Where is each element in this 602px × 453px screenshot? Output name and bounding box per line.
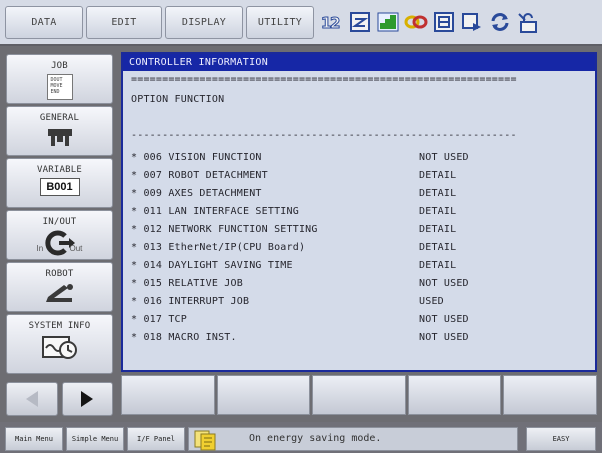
controller-information-window: CONTROLLER INFORMATION =================…: [121, 52, 597, 372]
robot-label: ROBOT: [45, 269, 74, 279]
loop-icon: [488, 8, 512, 36]
svg-text:2: 2: [330, 14, 340, 32]
robot-button[interactable]: ROBOT: [6, 262, 113, 312]
general-label: GENERAL: [39, 113, 80, 123]
option-value[interactable]: DETAIL: [419, 224, 456, 235]
security-icon: [516, 8, 540, 36]
function-key-5[interactable]: [503, 375, 597, 415]
menu-display[interactable]: DISPLAY: [165, 6, 243, 39]
option-name: * 016 INTERRUPT JOB: [131, 296, 250, 307]
function-key-3[interactable]: [312, 375, 406, 415]
option-value[interactable]: DETAIL: [419, 188, 456, 199]
option-value[interactable]: DETAIL: [419, 170, 456, 181]
arrow-left-icon: [25, 391, 38, 407]
option-list: * 006 VISION FUNCTION NOT USED * 007 ROBO…: [131, 152, 591, 350]
main-menu-panel: JOB DOUT MOVE END GENERAL VARIABLE B001 …: [0, 48, 118, 422]
option-row[interactable]: * 016 INTERRUPT JOB USED: [131, 296, 591, 314]
status-icons: 12: [320, 8, 540, 38]
option-value[interactable]: NOT USED: [419, 152, 469, 163]
option-name: * 007 ROBOT DETACHMENT: [131, 170, 268, 181]
edit-mode-icon: [348, 8, 372, 36]
coordinate-icon: [432, 8, 456, 36]
separator-double: ========================================…: [131, 74, 517, 85]
option-name: * 014 DAYLIGHT SAVING TIME: [131, 260, 293, 271]
variable-label: VARIABLE: [37, 165, 82, 175]
job-label: JOB: [51, 61, 68, 71]
option-row[interactable]: * 006 VISION FUNCTION NOT USED: [131, 152, 591, 170]
option-row[interactable]: * 015 RELATIVE JOB NOT USED: [131, 278, 591, 296]
arrow-right-icon: [81, 391, 94, 407]
option-value[interactable]: DETAIL: [419, 206, 456, 217]
option-name: * 012 NETWORK FUNCTION SETTING: [131, 224, 318, 235]
variable-badge: B001: [39, 178, 80, 196]
option-row[interactable]: * 011 LAN INTERFACE SETTING DETAIL: [131, 206, 591, 224]
option-name: * 011 LAN INTERFACE SETTING: [131, 206, 299, 217]
robot-icon: [42, 282, 78, 311]
menu-utility[interactable]: UTILITY: [246, 6, 314, 39]
option-value[interactable]: DETAIL: [419, 260, 456, 271]
easy-button[interactable]: EASY: [526, 427, 596, 451]
job-icon: DOUT MOVE END: [46, 74, 73, 100]
menu-edit[interactable]: EDIT: [86, 6, 162, 39]
system-info-icon: [40, 334, 80, 365]
top-menu-bar: DATA EDIT DISPLAY UTILITY 12: [0, 0, 602, 46]
step-mode-icon: [376, 8, 400, 36]
option-name: * 013 EtherNet/IP(CPU Board): [131, 242, 306, 253]
option-value[interactable]: DETAIL: [419, 242, 456, 253]
function-key-4[interactable]: [407, 375, 502, 415]
status-message: On energy saving mode.: [249, 433, 382, 444]
option-row[interactable]: * 007 ROBOT DETACHMENT DETAIL: [131, 170, 591, 188]
option-name: * 006 VISION FUNCTION: [131, 152, 262, 163]
message-icon: [194, 430, 216, 451]
axis-12-icon: 12: [320, 8, 344, 36]
if-panel-button[interactable]: I/F Panel: [127, 427, 185, 451]
page-forward-button[interactable]: [61, 382, 113, 416]
menu-data[interactable]: DATA: [5, 6, 83, 39]
general-button[interactable]: GENERAL: [6, 106, 113, 156]
variable-button[interactable]: VARIABLE B001: [6, 158, 113, 208]
section-title: OPTION FUNCTION: [131, 94, 225, 105]
option-value[interactable]: NOT USED: [419, 278, 469, 289]
separator-single: ----------------------------------------…: [131, 130, 517, 141]
function-key-2[interactable]: [216, 375, 311, 415]
simple-menu-button[interactable]: Simple Menu: [66, 427, 124, 451]
option-name: * 015 RELATIVE JOB: [131, 278, 243, 289]
page-nav: [6, 382, 113, 416]
window-title: CONTROLLER INFORMATION: [123, 54, 595, 71]
option-name: * 009 AXES DETACHMENT: [131, 188, 262, 199]
option-name: * 017 TCP: [131, 314, 187, 325]
option-row[interactable]: * 017 TCP NOT USED: [131, 314, 591, 332]
inout-label: IN/OUT: [42, 217, 77, 227]
message-area: On energy saving mode.: [188, 427, 518, 451]
option-value[interactable]: NOT USED: [419, 332, 469, 343]
option-row[interactable]: * 012 NETWORK FUNCTION SETTING DETAIL: [131, 224, 591, 242]
main-menu-button[interactable]: Main Menu: [5, 427, 63, 451]
inout-button[interactable]: IN/OUT In Out: [6, 210, 113, 260]
option-row[interactable]: * 018 MACRO INST. NOT USED: [131, 332, 591, 350]
system-info-button[interactable]: SYSTEM INFO: [6, 314, 113, 374]
option-row[interactable]: * 014 DAYLIGHT SAVING TIME DETAIL: [131, 260, 591, 278]
status-bar: Main Menu Simple Menu I/F Panel On energ…: [0, 422, 602, 453]
option-row[interactable]: * 013 EtherNet/IP(CPU Board) DETAIL: [131, 242, 591, 260]
option-name: * 018 MACRO INST.: [131, 332, 237, 343]
option-value[interactable]: USED: [419, 296, 444, 307]
job-button[interactable]: JOB DOUT MOVE END: [6, 54, 113, 104]
page-back-button[interactable]: [6, 382, 58, 416]
system-info-label: SYSTEM INFO: [28, 321, 91, 331]
inout-icon: In Out: [35, 230, 85, 256]
cycle-icon: [404, 8, 428, 36]
function-key-bar: [121, 375, 597, 415]
option-value[interactable]: NOT USED: [419, 314, 469, 325]
general-icon: [45, 126, 75, 153]
option-row[interactable]: * 009 AXES DETACHMENT DETAIL: [131, 188, 591, 206]
function-key-1[interactable]: [121, 375, 215, 415]
play-icon: [460, 8, 484, 36]
